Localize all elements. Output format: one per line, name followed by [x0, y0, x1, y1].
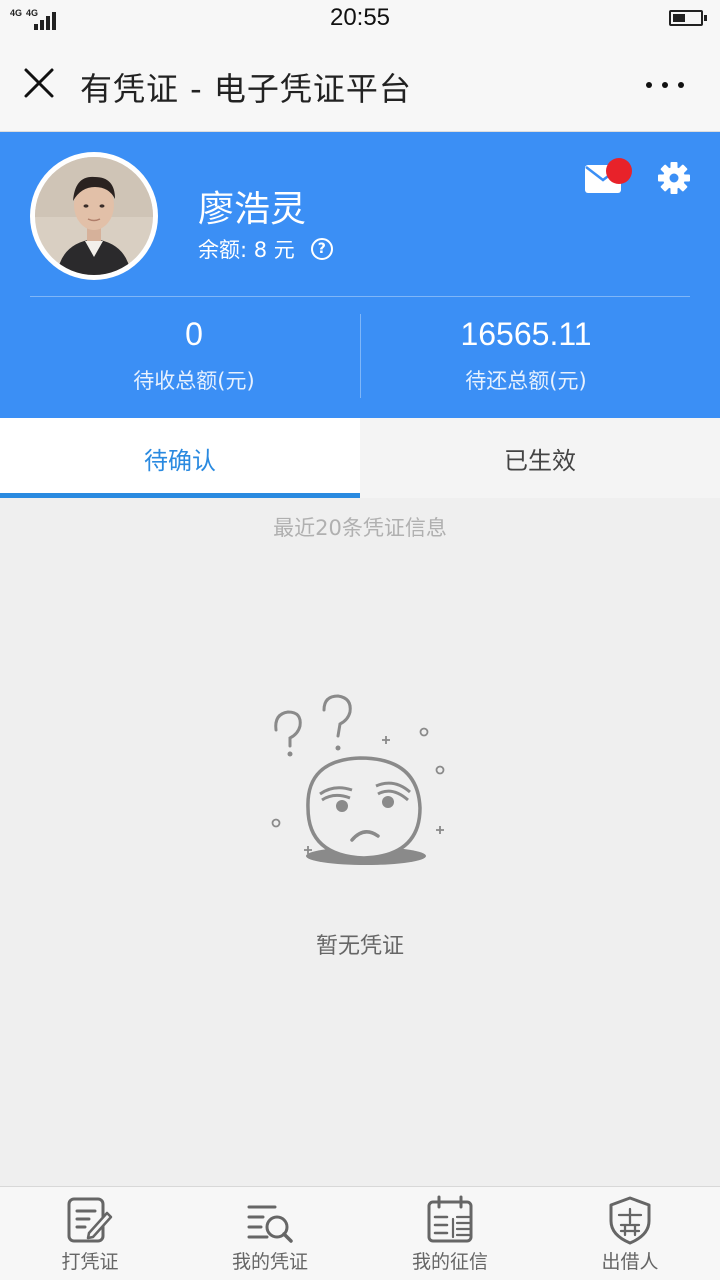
recent-note: 最近20条凭证信息	[273, 516, 447, 540]
receivable-label: 待收总额(元)	[133, 369, 255, 393]
user-name: 廖浩灵	[198, 189, 307, 230]
avatar[interactable]	[30, 152, 158, 280]
nav-label: 出借人	[601, 1251, 659, 1273]
more-dots-icon[interactable]	[640, 74, 690, 94]
clock: 20:55	[329, 4, 391, 31]
empty-state-text: 暂无凭证	[315, 934, 404, 959]
list-search-icon	[247, 1205, 293, 1243]
credit-calendar-icon	[427, 1195, 473, 1243]
title-bar: 有凭证 - 电子凭证平台	[0, 38, 720, 132]
nav-label: 我的凭证	[231, 1251, 308, 1273]
nav-label: 打凭证	[61, 1251, 119, 1273]
receivable-value: 0	[185, 316, 203, 352]
tab-pending[interactable]: 待确认	[0, 418, 360, 498]
balance-text: 余额: 8 元	[198, 238, 295, 262]
balance-row: 余额: 8 元 ?	[198, 234, 333, 264]
nav-item-lender[interactable]: 出借人	[540, 1187, 720, 1280]
header-divider	[30, 296, 690, 297]
notification-badge	[606, 158, 632, 184]
tab-effective[interactable]: 已生效	[360, 418, 720, 498]
close-icon[interactable]	[20, 64, 60, 104]
gear-icon[interactable]	[656, 160, 692, 196]
lender-shield-icon	[609, 1196, 651, 1245]
page-title: 有凭证 - 电子凭证平台	[80, 70, 412, 108]
payable-label: 待还总额(元)	[465, 369, 587, 393]
confused-face-icon	[260, 690, 460, 880]
payable-stat: 16565.11 待还总额(元)	[346, 316, 706, 395]
nav-item-create-voucher[interactable]: 打凭证	[0, 1187, 180, 1280]
receivable-stat: 0 待收总额(元)	[14, 316, 374, 395]
profile-header: 廖浩灵 余额: 8 元 ? 0 待收总额(元) 16565.11 待还总额(元)	[0, 132, 720, 418]
edit-document-icon	[67, 1197, 113, 1243]
status-bar: 4G 4G 20:55	[0, 0, 720, 38]
nav-item-my-credit[interactable]: 我的征信	[360, 1187, 540, 1280]
payable-value: 16565.11	[460, 316, 592, 352]
bottom-nav: 打凭证 我的凭证 我的征信 出借人	[0, 1186, 720, 1280]
tab-bar: 待确认 已生效	[0, 418, 720, 498]
nav-label: 我的征信	[411, 1251, 488, 1273]
battery-icon	[669, 10, 707, 26]
help-icon[interactable]: ?	[310, 238, 333, 260]
nav-item-my-vouchers[interactable]: 我的凭证	[180, 1187, 360, 1280]
